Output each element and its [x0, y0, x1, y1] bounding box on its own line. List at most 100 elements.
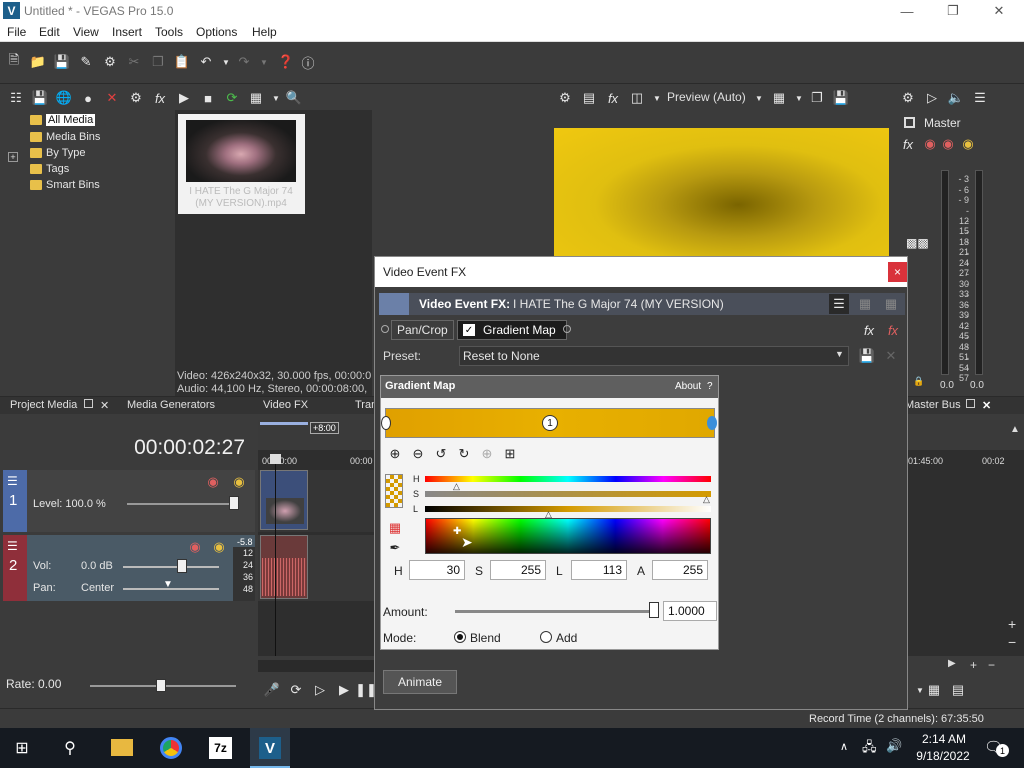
save-snapshot-icon[interactable]: 💾	[831, 88, 851, 108]
copy-icon[interactable]: ❐	[148, 52, 168, 72]
eyedropper-icon[interactable]: ✒	[385, 538, 405, 558]
remove-plugin-fx-icon[interactable]: fx	[883, 320, 903, 340]
zoom-out-horizontal-icon[interactable]: −	[988, 658, 995, 672]
scroll-right-icon[interactable]: ▶	[948, 658, 956, 669]
menu-view[interactable]: View	[73, 25, 99, 39]
auto-ripple-icon[interactable]: ▤	[948, 680, 968, 700]
properties-gear-icon[interactable]: ⚙	[100, 52, 120, 72]
save-preset-icon[interactable]: 💾	[857, 346, 877, 366]
menu-options[interactable]: Options	[196, 25, 237, 39]
minimize-button[interactable]: —	[884, 0, 930, 22]
video-preview[interactable]	[554, 128, 889, 256]
amount-slider-thumb[interactable]	[649, 602, 659, 618]
play-icon[interactable]: ▶	[174, 88, 194, 108]
expand-icon[interactable]: +	[8, 152, 18, 162]
clock-time[interactable]: 2:14 AM	[920, 732, 968, 746]
loop-playback-icon[interactable]: ⟳	[286, 680, 306, 700]
level-slider-thumb[interactable]	[229, 496, 239, 510]
redo-dropdown-icon[interactable]: ▼	[254, 52, 274, 72]
overlays-grid-icon[interactable]: ▦	[769, 88, 789, 108]
overlays-dropdown-icon[interactable]: ▼	[789, 88, 809, 108]
tab-master-bus[interactable]: Master Bus	[905, 399, 961, 411]
device-icon[interactable]: ▤	[579, 88, 599, 108]
transport-play-icon[interactable]: ▶	[334, 680, 354, 700]
palette-icon[interactable]: ▦	[385, 518, 405, 538]
track1-solo-icon[interactable]: ◉	[229, 472, 249, 492]
gradient-stop-1[interactable]: 1	[542, 415, 558, 431]
tree-item-media-bins[interactable]: Media Bins	[30, 131, 100, 143]
move-stop-left-icon[interactable]: ↺	[431, 444, 451, 464]
paste-icon[interactable]: 📋	[172, 52, 192, 72]
quality-dropdown-icon[interactable]: ▼	[749, 88, 769, 108]
lock-icon[interactable]: 🔒	[913, 376, 924, 387]
windows-start-icon[interactable]: ⊞	[12, 738, 32, 758]
copy-snapshot-icon[interactable]: ❐	[807, 88, 827, 108]
tab-media-generators[interactable]: Media Generators	[127, 399, 215, 411]
dialog-close-button[interactable]: ×	[888, 262, 907, 282]
new-file-icon[interactable]: 🗎	[4, 52, 24, 72]
clock-date[interactable]: 9/18/2022	[910, 749, 976, 763]
scroll-up-icon[interactable]: ▲	[1010, 424, 1020, 435]
dialog-title-bar[interactable]: Video Event FX ×	[375, 257, 907, 287]
loop-region-bar[interactable]	[260, 422, 308, 425]
hue-slider[interactable]	[425, 476, 711, 482]
media-fx-icon[interactable]: fx	[150, 88, 170, 108]
open-folder-icon[interactable]: 📁	[28, 52, 48, 72]
mute-icon[interactable]: ◉	[938, 134, 958, 154]
tree-item-by-type[interactable]: By Type	[30, 147, 86, 159]
add-stop-icon[interactable]: ⊕	[385, 444, 405, 464]
search-taskbar-icon[interactable]: ⚲	[60, 738, 80, 758]
video-track-header[interactable]: ☰ 1 ◉ ◉ Level: 100.0 %	[3, 470, 255, 532]
close-window-button[interactable]: ✕	[976, 0, 1022, 22]
rate-slider-thumb[interactable]	[156, 679, 166, 692]
automation-icon[interactable]: ◉	[920, 134, 940, 154]
playhead-cursor[interactable]	[275, 456, 276, 656]
fx-list-view-icon[interactable]: ☰	[829, 294, 849, 314]
record-icon[interactable]: 🎤	[262, 680, 282, 700]
amount-field[interactable]: 1.0000	[663, 601, 717, 621]
master-fx-icon[interactable]: fx	[898, 134, 918, 154]
save-icon[interactable]: 💾	[52, 52, 72, 72]
track2-menu-icon[interactable]: ☰	[7, 539, 18, 553]
master-gear-icon[interactable]: ⚙	[898, 88, 918, 108]
pause-icon[interactable]: ❚❚	[355, 680, 377, 700]
stop-icon[interactable]: ■	[198, 88, 218, 108]
remove-stop-icon[interactable]: ⊖	[408, 444, 428, 464]
help-icon[interactable]: ⓘ	[298, 52, 318, 72]
animate-button[interactable]: Animate	[383, 670, 457, 694]
file-explorer-icon[interactable]	[111, 739, 133, 756]
downmix-icon[interactable]: ▷	[922, 88, 942, 108]
help-link[interactable]: ?	[707, 381, 713, 392]
media-properties-icon[interactable]: ⚙	[126, 88, 146, 108]
a-field[interactable]: 255	[652, 560, 708, 580]
7zip-icon[interactable]: 7z	[209, 737, 232, 759]
zoom-out-vertical-icon[interactable]: −	[1008, 634, 1016, 650]
vol-slider-thumb[interactable]	[177, 559, 187, 573]
preview-properties-gear-icon[interactable]: ⚙	[555, 88, 575, 108]
track2-solo-icon[interactable]: ◉	[209, 537, 229, 557]
play-from-start-icon[interactable]: ▷	[310, 680, 330, 700]
menu-help[interactable]: Help	[252, 25, 277, 39]
master-bus-close-icon[interactable]: ✕	[982, 399, 991, 412]
import-media-icon[interactable]: ☷	[6, 88, 26, 108]
volume-icon[interactable]: 🔊	[886, 738, 902, 754]
audio-track-header[interactable]: ☰ 2 ◉ ◉ -5.8 Vol: 0.0 dB Pan: Center ▼ 1…	[3, 535, 255, 601]
fx-grid-view-icon[interactable]: ▦	[855, 294, 875, 314]
zoom-in-vertical-icon[interactable]: +	[1008, 616, 1016, 632]
delete-preset-icon[interactable]: ✕	[881, 346, 901, 366]
tab-project-media[interactable]: Project Media	[10, 399, 77, 411]
preview-quality[interactable]: Preview (Auto)	[667, 90, 746, 104]
menu-tools[interactable]: Tools	[155, 25, 183, 39]
chrome-icon[interactable]	[160, 737, 182, 759]
move-stop-right-icon[interactable]: ↻	[454, 444, 474, 464]
gradient-stop-left[interactable]	[381, 416, 391, 430]
whats-this-help-icon[interactable]: ❓	[276, 52, 296, 72]
master-bus-maximize-icon[interactable]	[966, 399, 975, 408]
undo-icon[interactable]: ↶	[196, 52, 216, 72]
menu-file[interactable]: File	[7, 25, 26, 39]
zoom-in-horizontal-icon[interactable]: +	[970, 658, 977, 672]
get-media-icon[interactable]: 🌐	[54, 88, 74, 108]
pan-slider-thumb[interactable]: ▼	[163, 579, 173, 590]
web-icon[interactable]: ●	[78, 88, 98, 108]
views-dropdown-icon[interactable]: ▼	[266, 88, 286, 108]
